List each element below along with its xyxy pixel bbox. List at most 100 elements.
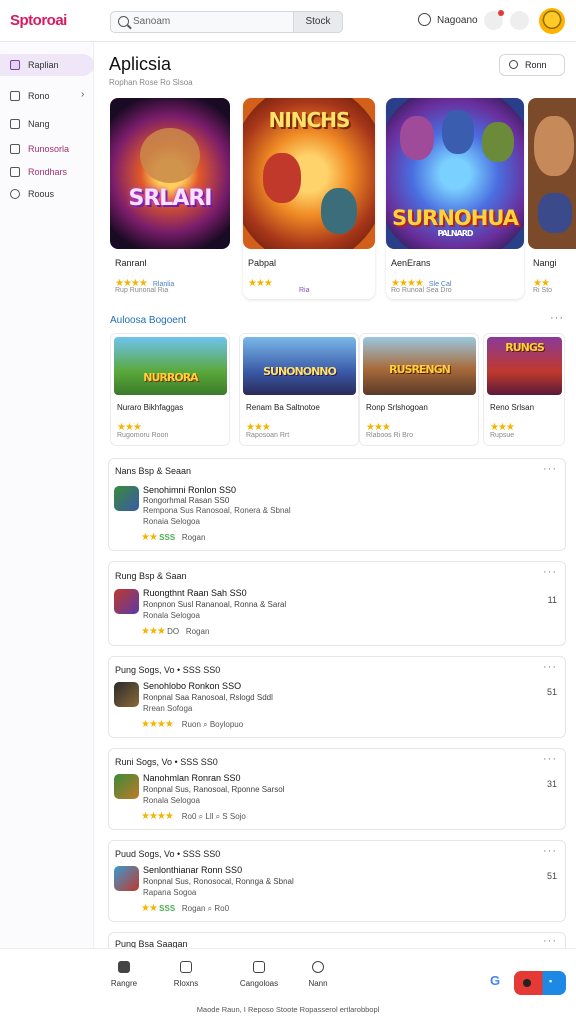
game-meta: Rugomoru Roon <box>117 432 169 439</box>
game-name: Pabpal <box>248 258 277 268</box>
review-text: Ronala Selogoa <box>143 611 200 620</box>
nav-item-chat[interactable]: Nann <box>288 961 348 988</box>
page-search-label: Ronn <box>525 60 547 70</box>
rating: ★★★ <box>248 273 278 291</box>
game-artwork: RUNGS <box>487 337 562 395</box>
artwork-subtitle: PALNARD <box>437 229 473 238</box>
game-artwork: SURNOHUA PALNARD <box>386 98 524 249</box>
review-text: Ronaia Selogoa <box>143 517 200 526</box>
circle-icon <box>10 189 20 199</box>
nav-label: Rloxns <box>173 979 199 988</box>
review-text: Ronpnal Sus, Ranosoal, Rponne Sarsol <box>143 785 285 794</box>
review-footer: Rogan ⌕ Ro0 <box>181 904 230 913</box>
review-text: Ronpnal Saa Ranosoal, Rslogd Sddl <box>143 693 273 702</box>
more-icon[interactable]: ··· <box>543 463 557 475</box>
artwork-title: NURRORA <box>143 371 198 384</box>
home-icon <box>118 961 130 973</box>
mode-toggle[interactable]: ▪ <box>514 971 566 995</box>
featured-card[interactable]: SURNOHUA PALNARD AenErans ★★★★ Sle Cal Ro… <box>386 98 524 299</box>
recommended-card[interactable]: RUSRENGN Ronp Srlshogoan ★★★ Rlaboos Ri … <box>359 333 479 446</box>
game-artwork: NURRORA <box>114 337 227 395</box>
main-content: Aplicsia Rophan Rose Ro Slsoa Ronn SRLAR… <box>94 42 576 949</box>
sidebar-item-label: Raplian <box>28 60 59 70</box>
sidebar-item-label: Roous <box>28 189 55 199</box>
review-card[interactable]: Nans Bsp & Seaan ··· Senohimni Ronlon SS… <box>108 458 566 551</box>
review-title: Senlonthianar Ronn SS0 <box>143 865 243 875</box>
footer-text: Maode Raun, I Reposo Stoote Ropasserol e… <box>196 1005 380 1014</box>
notification-icon[interactable] <box>484 10 504 30</box>
more-icon[interactable]: ··· <box>543 845 557 857</box>
featured-card[interactable]: Nangi ★★ Ri Sto <box>528 98 576 299</box>
nav-item-home[interactable]: Rangre <box>94 961 154 988</box>
news-icon <box>180 961 192 973</box>
review-title: Senohimni Ronlon SS0 <box>143 485 237 495</box>
archive-icon <box>10 144 20 154</box>
chevron-right-icon[interactable]: › <box>81 89 84 100</box>
recommended-card[interactable]: SUNONONNO Renam Ba Saltnotoe ★★★ Raposoa… <box>239 333 359 446</box>
bag-icon <box>10 60 20 70</box>
user-name[interactable]: Nagoano <box>437 15 478 26</box>
sidebar-item-roous[interactable]: Roous <box>0 183 94 205</box>
nav-item-gallery[interactable]: Cangoloas <box>229 961 289 988</box>
artwork-title: SUNONONNO <box>263 365 337 378</box>
sidebar-item-raplian[interactable]: Raplian <box>0 54 94 76</box>
toggle-knob <box>523 979 531 987</box>
review-text: Rempona Sus Ranosoal, Ronera & Sbnal <box>143 506 291 515</box>
review-card[interactable]: Rung Bsp & Saan ··· Ruongthnt Raan Sah S… <box>108 561 566 646</box>
sidebar-item-runosorla[interactable]: Runosorla <box>0 138 94 160</box>
nav-item-news[interactable]: Rloxns <box>156 961 216 988</box>
review-title: Senohlobo Ronkon SSO <box>143 681 242 691</box>
more-icon[interactable]: ··· <box>550 312 564 324</box>
recommended-card[interactable]: RUNGS Reno Srlsan ★★★ Rupsue <box>483 333 565 446</box>
featured-card[interactable]: NINCHS Pabpal ★★★ Ria <box>243 98 375 299</box>
avatar[interactable] <box>539 8 565 34</box>
review-header: Pung Sogs, Vo • SSS SS0 <box>115 665 221 675</box>
sidebar-item-rono[interactable]: Rono › <box>0 85 94 107</box>
game-thumbnail <box>114 682 139 707</box>
more-icon[interactable]: ··· <box>543 935 557 947</box>
page-title: Aplicsia <box>109 54 172 74</box>
app-logo[interactable]: Sptoroai <box>10 12 67 29</box>
review-card[interactable]: Runi Sogs, Vo • SSS SS0 ··· Nanohmlan Ro… <box>108 748 566 830</box>
search-button[interactable]: Stock <box>293 11 343 33</box>
google-icon[interactable]: G <box>490 973 500 988</box>
game-name: Ranranl <box>115 258 147 268</box>
review-footer: Rogan <box>181 533 206 542</box>
page-subtitle: Rophan Rose Ro Slsoa <box>109 78 193 87</box>
featured-card[interactable]: SRLARI Ranranl ★★★★ Rlanlia Rup Runonal R… <box>110 98 230 299</box>
review-text: Ronala Selogoa <box>143 796 200 805</box>
search-input[interactable]: Sanoam <box>133 16 170 27</box>
game-name: Ronp Srlshogoan <box>366 403 428 412</box>
game-meta: Rlaboos Ri Bro <box>366 432 414 439</box>
settings-icon[interactable] <box>510 11 529 30</box>
artwork-title: SRLARI <box>128 186 213 211</box>
recommended-card[interactable]: NURRORA Nuraro Bikhfaggas ★★★ Rugomoru R… <box>110 333 230 446</box>
more-icon[interactable]: ··· <box>543 566 557 578</box>
more-icon[interactable]: ··· <box>543 753 557 765</box>
search-bar[interactable]: Sanoam Stock <box>110 11 343 33</box>
nav-label: Rangre <box>110 979 138 988</box>
more-icon[interactable]: ··· <box>543 661 557 673</box>
info-icon[interactable] <box>418 13 431 26</box>
square-icon <box>10 119 20 129</box>
sidebar-item-label: Runosorla <box>28 144 70 154</box>
review-count: 51 <box>546 871 557 881</box>
game-name: Nangi <box>533 258 557 268</box>
stars: ★★★ <box>141 626 166 637</box>
sidebar-item-rondhars[interactable]: Rondhars <box>0 161 94 183</box>
game-thumbnail <box>114 774 139 799</box>
game-thumbnail <box>114 486 139 511</box>
sidebar-item-nang[interactable]: Nang <box>0 113 94 135</box>
review-card[interactable]: Pung Bsa Saagan ··· <box>108 932 566 949</box>
artwork-title: SURNOHUA <box>391 206 519 230</box>
top-bar: Sptoroai Sanoam Stock Nagoano <box>0 0 576 42</box>
review-card[interactable]: Puud Sogs, Vo • SSS SS0 ··· Senlonthiana… <box>108 840 566 922</box>
review-footer: Rogan <box>185 627 210 636</box>
score: SSS <box>159 904 176 913</box>
review-text: Ronpnon Susl Rananoal, Ronna & Saral <box>143 600 287 609</box>
game-meta: Ri Sto <box>533 287 553 294</box>
stars: ★★★ <box>248 278 273 289</box>
review-card[interactable]: Pung Sogs, Vo • SSS SS0 ··· Senohlobo Ro… <box>108 656 566 738</box>
page-search-button[interactable]: Ronn <box>499 54 565 76</box>
game-artwork: RUSRENGN <box>363 337 476 395</box>
